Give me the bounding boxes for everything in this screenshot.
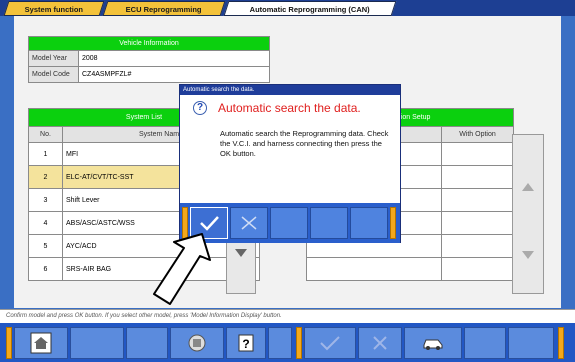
- model-year-value: 2008: [78, 50, 270, 67]
- dialog-button-empty[interactable]: [270, 207, 308, 239]
- svg-text:?: ?: [242, 337, 249, 351]
- ok-button[interactable]: [304, 327, 356, 359]
- toolbar-button-empty[interactable]: [126, 327, 168, 359]
- toolbar-separator: [558, 327, 564, 359]
- help-icon: ?: [238, 334, 254, 352]
- tab-label: Automatic Reprogramming (CAN): [249, 5, 370, 14]
- row-no: 6: [28, 257, 63, 281]
- scroll-down-arrow-icon[interactable]: [522, 251, 534, 259]
- option-row[interactable]: [306, 257, 514, 281]
- row-no: 5: [28, 234, 63, 258]
- toolbar-button-empty[interactable]: [268, 327, 292, 359]
- toolbar-button-empty[interactable]: [464, 327, 506, 359]
- row-no: 1: [28, 142, 63, 166]
- scroll-down-arrow-icon[interactable]: [235, 249, 247, 257]
- row-no: 4: [28, 211, 63, 235]
- home-icon: [30, 332, 52, 354]
- dialog-title: Automatic search the data.: [180, 85, 400, 95]
- toolbar-button-empty[interactable]: [508, 327, 554, 359]
- print-icon: [188, 334, 206, 352]
- help-button[interactable]: ?: [226, 327, 266, 359]
- question-icon: ?: [193, 101, 207, 115]
- dialog-cancel-button[interactable]: [230, 207, 268, 239]
- toolbar-button-empty[interactable]: [70, 327, 124, 359]
- col-no-header: No.: [28, 126, 63, 143]
- scroll-up-arrow-icon[interactable]: [522, 183, 534, 191]
- automatic-search-dialog: Automatic search the data. ? Automatic s…: [179, 84, 401, 243]
- tab-ecu-reprogramming[interactable]: ECU Reprogramming: [102, 1, 226, 16]
- vehicle-button[interactable]: [404, 327, 462, 359]
- home-button[interactable]: [14, 327, 68, 359]
- model-code-value: CZ4ASMPFZL#: [78, 66, 270, 83]
- tab-system-function[interactable]: System function: [3, 1, 105, 16]
- dialog-button-empty[interactable]: [350, 207, 388, 239]
- close-icon: [241, 216, 257, 230]
- row-no: 3: [28, 188, 63, 212]
- tab-label: ECU Reprogramming: [125, 5, 202, 14]
- status-bar: Confirm model and press OK button. If yo…: [0, 309, 575, 323]
- model-code-label: Model Code: [28, 66, 79, 83]
- car-icon: [423, 339, 443, 350]
- dialog-message: Automatic search the Reprogramming data.…: [220, 129, 389, 158]
- close-icon: [373, 336, 387, 350]
- dialog-button-empty[interactable]: [310, 207, 348, 239]
- bottom-toolbar: ?: [0, 323, 575, 362]
- dialog-separator: [390, 207, 396, 239]
- tab-strip: System function ECU Reprogramming Automa…: [0, 0, 575, 16]
- toolbar-separator: [296, 327, 302, 359]
- col-with-option-header: With Option: [441, 126, 514, 143]
- checkmark-icon: [320, 336, 340, 351]
- tab-label: System function: [24, 5, 83, 14]
- row-no: 2: [28, 165, 63, 189]
- pointer-arrow-icon: [153, 233, 211, 305]
- cancel-button[interactable]: [358, 327, 402, 359]
- print-button[interactable]: [170, 327, 224, 359]
- toolbar-separator: [6, 327, 12, 359]
- option-setup-scrollbar[interactable]: [512, 134, 544, 294]
- model-year-label: Model Year: [28, 50, 79, 67]
- dialog-heading: Automatic search the data.: [218, 101, 361, 115]
- vehicle-info-table: Vehicle Information Model Year 2008 Mode…: [28, 36, 270, 83]
- tab-automatic-reprogramming[interactable]: Automatic Reprogramming (CAN): [223, 1, 397, 16]
- vehicle-info-header: Vehicle Information: [28, 36, 270, 51]
